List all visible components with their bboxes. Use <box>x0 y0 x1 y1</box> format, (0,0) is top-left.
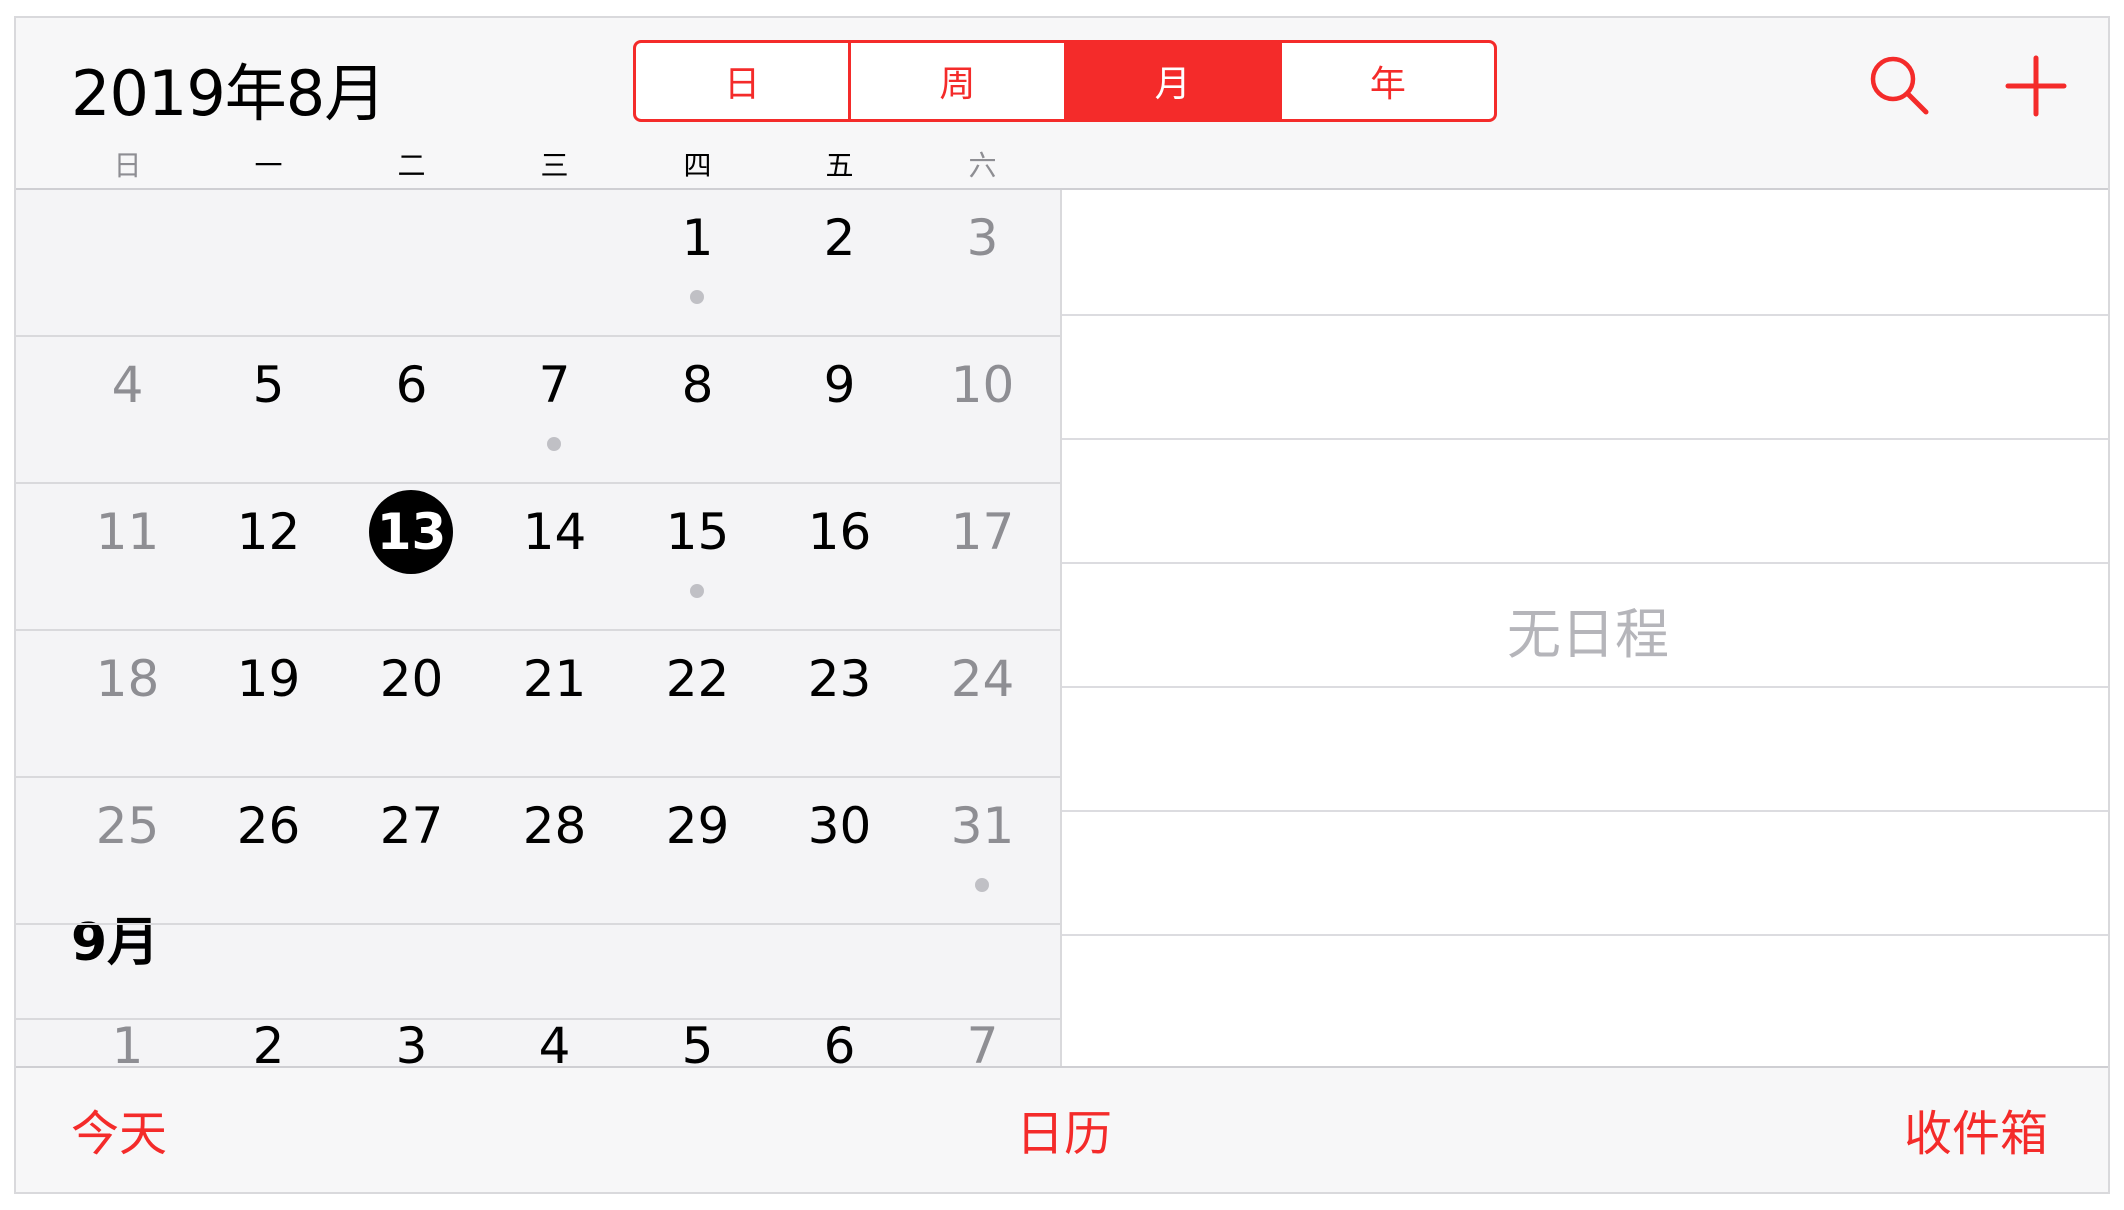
day-number: 3 <box>395 1017 428 1066</box>
day-cell[interactable]: 6 <box>768 998 911 1066</box>
calendar-app-window: 2019年8月 日 周 月 年 日 一 二 三 四 五 六 9月 1 2 3 4… <box>14 16 2110 1194</box>
day-number: 2 <box>252 1017 285 1066</box>
day-number: 7 <box>966 1017 999 1066</box>
search-icon <box>1870 56 1929 115</box>
weekday-thu: 四 <box>683 149 712 182</box>
weekday-sat: 六 <box>968 149 997 182</box>
tab-day[interactable]: 日 <box>636 43 852 119</box>
event-divider <box>1062 562 2108 564</box>
month-title: 2019年8月 <box>71 57 386 130</box>
weekday-mon: 一 <box>254 149 283 182</box>
day-number: 1 <box>111 1017 144 1066</box>
add-event-button[interactable] <box>1998 48 2074 124</box>
day-number: 5 <box>681 1017 714 1066</box>
event-divider <box>1062 314 2108 316</box>
event-divider <box>1062 810 2108 812</box>
weekday-header: 日 一 二 三 四 五 六 <box>16 144 1060 188</box>
search-button[interactable] <box>1862 48 1938 124</box>
tab-month[interactable]: 月 <box>1066 43 1282 119</box>
no-events-text: 无日程 <box>1507 603 1669 666</box>
day-cell[interactable]: 4 <box>483 998 626 1066</box>
events-list: 无日程 <box>1060 190 2108 1066</box>
inbox-button[interactable]: 收件箱 <box>1904 1102 2048 1166</box>
day-cell[interactable]: 1 <box>56 998 199 1066</box>
event-divider <box>1062 686 2108 688</box>
view-switcher: 日 周 月 年 <box>633 40 1497 122</box>
month-grid: 9月 1 2 3 4 5 6 7 8 9 10 11 12 13 14 15 16 17 18 19 20 21 22 23… <box>16 190 1060 1066</box>
tab-week[interactable]: 周 <box>851 43 1067 119</box>
plus-icon <box>2005 55 2067 117</box>
day-cell[interactable]: 2 <box>197 998 340 1066</box>
header-bar: 2019年8月 日 周 月 年 日 一 二 三 四 五 六 <box>16 18 2108 190</box>
event-divider <box>1062 934 2108 936</box>
next-month-divider <box>16 190 1060 1020</box>
tab-year[interactable]: 年 <box>1282 43 1494 119</box>
day-cell[interactable]: 3 <box>340 998 483 1066</box>
day-cell[interactable]: 5 <box>626 998 769 1066</box>
day-cell[interactable]: 7 <box>911 998 1054 1066</box>
day-number: 4 <box>538 1017 571 1066</box>
calendars-button[interactable]: 日历 <box>1016 1102 1112 1166</box>
day-number: 6 <box>823 1017 856 1066</box>
bottom-toolbar: 今天 日历 收件箱 <box>16 1066 2108 1192</box>
event-divider <box>1062 438 2108 440</box>
weekday-wed: 三 <box>540 149 569 182</box>
weekday-fri: 五 <box>825 149 854 182</box>
weekday-sun: 日 <box>113 149 142 182</box>
weekday-tue: 二 <box>397 149 426 182</box>
today-button[interactable]: 今天 <box>71 1102 167 1166</box>
